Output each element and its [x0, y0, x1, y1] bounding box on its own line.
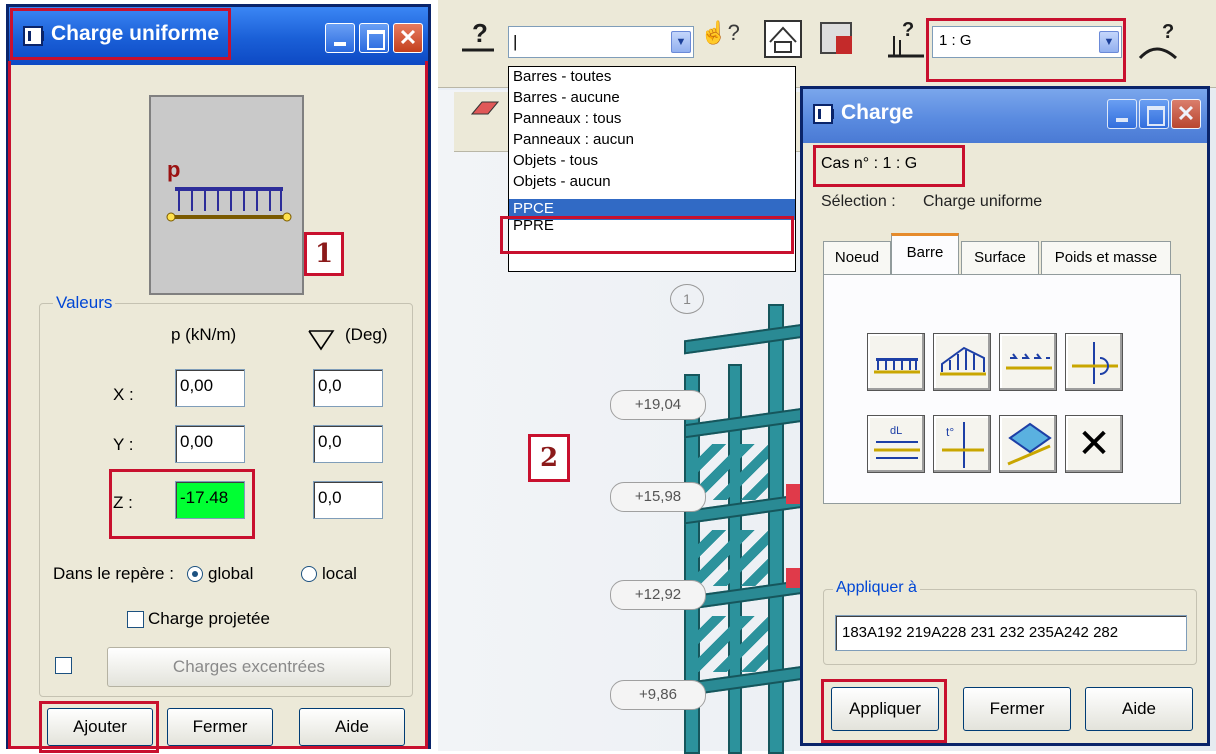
badge-1: 1: [304, 232, 344, 276]
dropdown-item[interactable]: Objets - aucun: [509, 172, 795, 193]
svg-text:?: ?: [902, 19, 914, 41]
local-label: local: [322, 564, 357, 583]
elevation-label-4: +9,86: [610, 680, 706, 710]
repere-label: Dans le repère :: [53, 564, 174, 583]
axis-tag: 1: [670, 284, 704, 314]
maximize-button[interactable]: [1139, 99, 1169, 129]
window-icon: [813, 104, 834, 124]
save-table-icon[interactable]: [818, 20, 856, 58]
svg-text:t°: t°: [946, 425, 954, 439]
load-preview: p: [149, 95, 304, 295]
selection-value: Charge uniforme: [923, 193, 1043, 210]
elevation-label-3: +12,92: [610, 580, 706, 610]
dropdown-item[interactable]: Objets - tous: [509, 151, 795, 172]
fermer-button[interactable]: Fermer: [167, 708, 273, 746]
x-p-input[interactable]: 0,00: [175, 369, 245, 407]
tab-noeud[interactable]: Noeud: [823, 241, 891, 275]
selection-combo[interactable]: | ▼: [508, 26, 694, 58]
elevation-label-2: +15,98: [610, 482, 706, 512]
load-display-icon[interactable]: ?: [1136, 18, 1186, 64]
maximize-button[interactable]: [359, 23, 389, 53]
global-radio[interactable]: [187, 566, 203, 582]
chevron-down-icon[interactable]: ▼: [671, 31, 691, 53]
cursor-help-icon[interactable]: ☝?: [700, 20, 740, 62]
charge-projetee-checkbox[interactable]: [127, 611, 144, 628]
dropdown-item[interactable]: Barres - aucune: [509, 88, 795, 109]
dropdown-item[interactable]: Panneaux : tous: [509, 109, 795, 130]
charge-title-bar[interactable]: Charge ✕: [803, 89, 1207, 143]
thermal-load-icon[interactable]: dL: [867, 415, 925, 473]
angle-icon: [308, 330, 335, 351]
minimize-button[interactable]: [325, 23, 355, 53]
title-highlight-box: [10, 8, 231, 60]
ppce-highlight-box: [500, 216, 794, 254]
global-label: global: [208, 564, 254, 583]
load-case-value: 1 : G: [939, 32, 972, 49]
delete-load-icon[interactable]: ✕: [1065, 415, 1123, 473]
svg-text:?: ?: [472, 18, 488, 48]
charge-uniforme-dialog: Charge uniforme ✕ p 1 Valeurs p (kN/m) (…: [6, 4, 431, 753]
charge-projetee-label: Charge projetée: [148, 609, 270, 628]
badge-2: 2: [528, 434, 570, 482]
tab-poids-et-masse[interactable]: Poids et masse: [1041, 241, 1171, 275]
svg-text:?: ?: [1162, 21, 1174, 43]
charge-dialog: Charge ✕ Cas n° : 1 : G Sélection : Char…: [800, 86, 1210, 746]
elevation-label-1: +19,04: [610, 390, 706, 420]
y-deg-input[interactable]: 0,0: [313, 425, 383, 463]
moment-load-icon[interactable]: [1065, 333, 1123, 391]
local-radio[interactable]: [301, 566, 317, 582]
close-button[interactable]: ✕: [1171, 99, 1201, 129]
title-bar[interactable]: Charge uniforme ✕: [9, 7, 428, 65]
point-forces-icon[interactable]: [999, 333, 1057, 391]
fermer-button[interactable]: Fermer: [963, 687, 1071, 731]
chevron-down-icon[interactable]: ▼: [1099, 31, 1119, 53]
deg-column-header: (Deg): [345, 325, 388, 344]
trapezoidal-load-icon[interactable]: [933, 333, 991, 391]
case-label: Cas n° : 1 : G: [821, 155, 918, 172]
view-icon[interactable]: [764, 20, 802, 58]
selection-label: Sélection :: [821, 193, 896, 210]
dropdown-item[interactable]: Barres - toutes: [509, 67, 795, 88]
y-p-input[interactable]: 0,00: [175, 425, 245, 463]
load-cases-help-icon[interactable]: ?: [884, 16, 926, 62]
minimize-button[interactable]: [1107, 99, 1137, 129]
aide-button[interactable]: Aide: [299, 708, 405, 746]
appliquer-button[interactable]: Appliquer: [831, 687, 939, 731]
uniform-load-icon[interactable]: [867, 333, 925, 391]
ajouter-button[interactable]: Ajouter: [47, 708, 153, 746]
z-deg-input[interactable]: 0,0: [313, 481, 383, 519]
excentrees-checkbox[interactable]: [55, 657, 72, 674]
selection-help-icon[interactable]: ?: [458, 16, 498, 58]
dropdown-item[interactable]: Panneaux : aucun: [509, 130, 795, 151]
valeurs-title: Valeurs: [53, 293, 116, 313]
p-symbol: p: [167, 157, 181, 182]
p-column-header: p (kN/m): [171, 325, 237, 344]
x-deg-input[interactable]: 0,0: [313, 369, 383, 407]
charges-excentrees-button[interactable]: Charges excentrées: [107, 647, 391, 687]
selection-combo-value: |: [513, 32, 518, 51]
svg-text:dL: dL: [890, 425, 902, 437]
close-button[interactable]: ✕: [393, 23, 423, 53]
charge-dialog-title: Charge: [841, 101, 914, 124]
appliquer-a-input[interactable]: 183A192 219A228 231 232 235A242 282: [835, 615, 1187, 651]
aide-button[interactable]: Aide: [1085, 687, 1193, 731]
eraser-icon[interactable]: [468, 98, 502, 118]
z-p-input[interactable]: -17.48: [175, 481, 245, 519]
tab-barre[interactable]: Barre: [891, 233, 959, 275]
uniform-load-diagram-icon: [166, 187, 292, 222]
y-label: Y :: [113, 435, 134, 454]
x-label: X :: [113, 385, 134, 404]
surface-load-icon[interactable]: [999, 415, 1057, 473]
appliquer-a-title: Appliquer à: [833, 579, 920, 597]
point-load-icon[interactable]: t°: [933, 415, 991, 473]
load-case-combo[interactable]: 1 : G ▼: [932, 26, 1122, 58]
z-label: Z :: [113, 493, 133, 512]
tab-surface[interactable]: Surface: [961, 241, 1039, 275]
